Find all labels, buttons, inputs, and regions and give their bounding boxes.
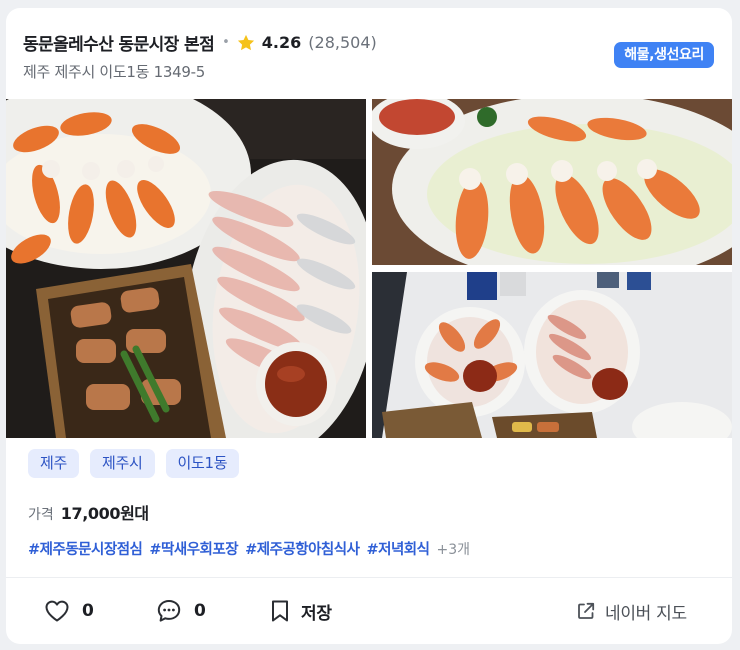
like-button[interactable]: 0 xyxy=(44,578,94,644)
photo-bottom-right[interactable] xyxy=(372,272,732,438)
hashtag-item[interactable]: #제주동문시장점심 xyxy=(28,538,143,559)
category-badge: 해물,생선요리 xyxy=(614,42,714,68)
action-bar: 0 0 저장 네이버 지도 xyxy=(6,578,732,644)
separator-dot: • xyxy=(222,35,230,50)
photo-top-right[interactable] xyxy=(372,99,732,265)
price-label: 가격 xyxy=(28,507,54,523)
tag-city[interactable]: 제주시 xyxy=(90,449,155,478)
comment-icon xyxy=(157,600,181,622)
hashtag-list: #제주동문시장점심 #딱새우회포장 #제주공항아침식사 #저녁회식 +3개 xyxy=(28,538,470,559)
star-icon xyxy=(237,34,254,50)
save-button[interactable]: 저장 xyxy=(270,578,332,644)
save-label: 저장 xyxy=(301,603,332,624)
photo-top-right-image xyxy=(372,99,732,265)
rating-value: 4.26 xyxy=(261,33,302,52)
like-count: 0 xyxy=(82,601,94,621)
location-tags: 제주 제주시 이도1동 xyxy=(28,449,240,478)
heart-icon xyxy=(45,600,69,622)
hashtag-item[interactable]: #제주공항아침식사 xyxy=(245,538,360,559)
restaurant-card[interactable]: 동문올레수산 동문시장 본점 • 4.26 (28,504) 제주 제주시 이도… xyxy=(6,8,732,644)
hashtags-more[interactable]: +3개 xyxy=(436,539,470,559)
title-row: 동문올레수산 동문시장 본점 • 4.26 (28,504) xyxy=(23,30,377,55)
hashtag-item[interactable]: #딱새우회포장 xyxy=(149,538,238,559)
address: 제주 제주시 이도1동 1349-5 xyxy=(23,63,205,81)
price-row: 가격 17,000원대 xyxy=(28,500,149,524)
review-count[interactable]: (28,504) xyxy=(308,33,376,52)
comment-button[interactable]: 0 xyxy=(156,578,206,644)
price-value: 17,000원대 xyxy=(60,504,149,523)
tag-region[interactable]: 제주 xyxy=(28,449,80,478)
comment-count: 0 xyxy=(194,601,206,621)
tag-district[interactable]: 이도1동 xyxy=(165,449,240,478)
photo-main-image xyxy=(6,99,366,438)
photo-main[interactable] xyxy=(6,99,366,438)
photo-bottom-right-image xyxy=(372,272,732,438)
naver-map-link[interactable]: 네이버 지도 xyxy=(576,578,687,644)
external-link-icon xyxy=(578,602,595,619)
restaurant-name[interactable]: 동문올레수산 동문시장 본점 xyxy=(23,30,215,55)
hashtag-item[interactable]: #저녁회식 xyxy=(366,538,430,559)
bookmark-icon xyxy=(272,600,288,622)
photo-gallery xyxy=(6,99,732,438)
naver-map-label: 네이버 지도 xyxy=(605,603,687,624)
